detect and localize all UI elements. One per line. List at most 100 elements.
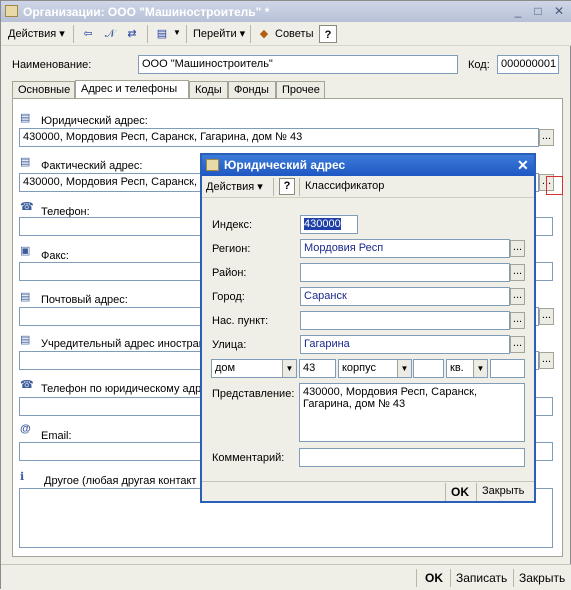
chevron-down-icon[interactable]: ▼ — [282, 360, 296, 377]
locality-field[interactable] — [300, 311, 510, 330]
dialog-actions-label: Действия — [206, 181, 255, 193]
code-field[interactable]: 000000001 — [497, 55, 559, 74]
dialog-bottom-bar: OK Закрыть — [202, 481, 534, 501]
city-label: Город: — [212, 291, 245, 303]
window-title: Организации: ООО "Машиностроитель" * — [23, 5, 270, 19]
district-select-button[interactable]: ... — [510, 264, 525, 281]
close-button[interactable]: Закрыть — [519, 569, 565, 587]
legal-address-label: Юридический адрес: — [41, 115, 148, 127]
actual-address-label: Фактический адрес: — [41, 160, 143, 172]
address-icon: ▤ — [20, 291, 31, 303]
divider — [186, 25, 187, 43]
chevron-down-icon[interactable]: ▼ — [397, 360, 411, 377]
house-number-field[interactable]: 43 — [299, 359, 336, 378]
structure-icon[interactable]: 𝒩 — [101, 25, 119, 43]
apartment-type-select[interactable]: кв. ▼ — [446, 359, 488, 378]
divider — [73, 25, 74, 43]
other-contacts-label: Другое (любая другая контакт — [44, 475, 197, 487]
code-label: Код: — [468, 59, 490, 71]
ok-button[interactable]: OK — [425, 569, 443, 587]
locality-select-button[interactable]: ... — [510, 312, 525, 329]
presentation-field: 430000, Мордовия Респ, Саранск, Гагарина… — [299, 383, 525, 442]
name-label: Наименование: — [12, 59, 92, 71]
actions-menu[interactable]: Действия ▾ — [4, 25, 69, 43]
help-button[interactable]: ? — [319, 25, 337, 43]
index-value: 430000 — [304, 218, 341, 230]
tips-button[interactable]: Советы — [271, 25, 317, 43]
divider — [299, 178, 300, 196]
city-select-button[interactable]: ... — [510, 288, 525, 305]
tab-main[interactable]: Основные — [12, 81, 75, 99]
minimize-icon[interactable]: _ — [511, 4, 525, 18]
dialog-close-button[interactable]: Закрыть — [482, 485, 524, 497]
apartment-number-field[interactable] — [490, 359, 525, 378]
divider — [273, 178, 274, 196]
app-icon — [5, 5, 18, 17]
building-type-value: корпус — [342, 362, 377, 374]
postal-address-label: Почтовый адрес: — [41, 294, 128, 306]
street-select-button[interactable]: ... — [510, 336, 525, 353]
comment-label: Комментарий: — [212, 452, 285, 464]
email-icon: @ — [20, 423, 31, 435]
building-type-select[interactable]: корпус ▼ — [338, 359, 412, 378]
address-icon: ▤ — [20, 112, 31, 124]
presentation-line: 430000, Мордовия Респ, Саранск, — [303, 386, 478, 398]
classifier-button[interactable]: Классификатор — [305, 180, 384, 192]
divider — [513, 569, 514, 587]
divider — [416, 569, 417, 587]
refresh-icon[interactable]: ⇄ — [123, 25, 141, 43]
index-field[interactable]: 430000 — [300, 215, 358, 234]
dialog-actions-menu[interactable]: Действия ▾ — [206, 180, 263, 193]
postal-address-select-button[interactable]: ... — [539, 308, 554, 325]
save-button[interactable]: Записать — [456, 569, 507, 587]
tab-codes[interactable]: Коды — [189, 81, 228, 99]
tab-other[interactable]: Прочее — [276, 81, 325, 99]
goto-label: Перейти — [193, 28, 237, 40]
district-field[interactable] — [300, 263, 510, 282]
tab-address-phones[interactable]: Адрес и телефоны — [75, 80, 189, 99]
dialog-title-bar: Юридический адрес ✕ — [202, 155, 534, 176]
divider — [147, 25, 148, 43]
city-field[interactable]: Саранск — [300, 287, 510, 306]
actions-label: Действия — [8, 28, 57, 40]
divider — [450, 569, 451, 587]
tab-funds[interactable]: Фонды — [228, 81, 276, 99]
foreign-address-select-button[interactable]: ... — [539, 352, 554, 369]
chevron-down-icon[interactable]: ▼ — [173, 28, 181, 37]
street-field[interactable]: Гагарина — [300, 335, 510, 354]
dialog-help-button[interactable]: ? — [279, 178, 295, 195]
region-select-button[interactable]: ... — [510, 240, 525, 257]
foreign-address-label: Учредительный адрес иностран — [41, 338, 205, 350]
name-field[interactable]: ООО "Машиностроитель" — [138, 55, 458, 74]
presentation-label: Представление: — [212, 388, 295, 400]
region-label: Регион: — [212, 243, 251, 255]
legal-address-field[interactable]: 430000, Мордовия Респ, Саранск, Гагарина… — [19, 128, 539, 147]
bottom-bar: OK Записать Закрыть — [1, 564, 571, 590]
chevron-down-icon[interactable]: ▼ — [473, 360, 487, 377]
divider — [445, 483, 446, 501]
email-label: Email: — [41, 430, 72, 442]
close-icon[interactable]: ✕ — [517, 157, 529, 174]
dialog-title: Юридический адрес — [224, 158, 346, 172]
phone-icon: ☎ — [20, 201, 34, 213]
divider — [250, 25, 251, 43]
dialog-toolbar: Действия ▾ ? Классификатор — [202, 176, 534, 198]
house-type-select[interactable]: дом ▼ — [211, 359, 297, 378]
region-field[interactable]: Мордовия Респ — [300, 239, 510, 258]
comment-field[interactable] — [299, 448, 525, 467]
legal-address-select-button[interactable]: ... — [539, 129, 554, 146]
close-icon[interactable]: ✕ — [552, 4, 566, 18]
phone-icon: ☎ — [20, 379, 34, 391]
legal-address-dialog: Юридический адрес ✕ Действия ▾ ? Классиф… — [200, 153, 536, 503]
apartment-type-value: кв. — [450, 362, 464, 374]
focus-marker — [546, 176, 563, 195]
building-number-field[interactable] — [413, 359, 444, 378]
print-icon[interactable]: ▤ — [153, 25, 171, 43]
street-label: Улица: — [212, 339, 247, 351]
info-icon: ℹ — [20, 471, 25, 483]
house-type-value: дом — [215, 362, 236, 374]
goto-menu[interactable]: Перейти ▾ — [189, 25, 249, 43]
dialog-ok-button[interactable]: OK — [451, 485, 469, 499]
maximize-icon[interactable]: □ — [531, 4, 545, 18]
back-arrow-icon[interactable]: ⇦ — [79, 25, 97, 43]
